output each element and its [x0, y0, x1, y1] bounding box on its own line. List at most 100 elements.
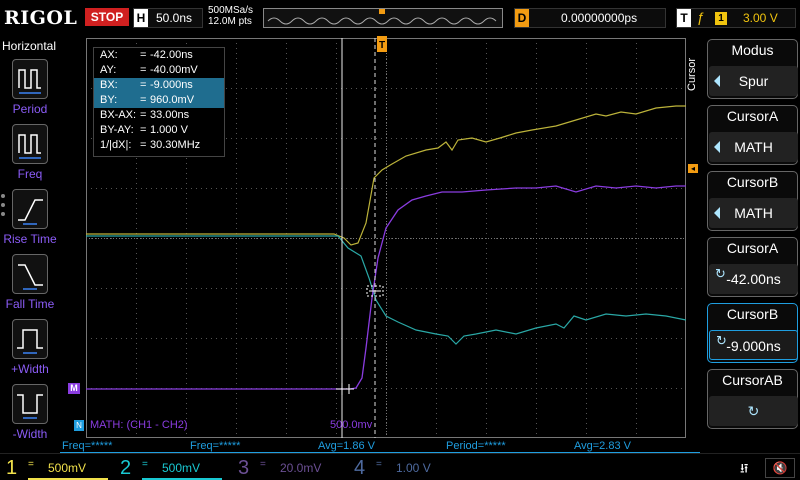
channel-1-number: 1	[6, 457, 18, 479]
trigger-level-marker[interactable]: ◂	[688, 164, 698, 173]
cursor-readout-row: BX: = -9.000ns	[94, 78, 224, 93]
cursor-readout-panel: AX: = -42.00ns AY: = -40.00mV BX: = -9.0…	[93, 47, 225, 157]
measure-freq[interactable]: Freq	[0, 124, 60, 186]
measure-rise-time[interactable]: Rise Time	[0, 189, 60, 251]
cursor-b-source-box: MATH	[709, 198, 798, 228]
cursor-readout-row: BX-AX: = 33.00ns	[94, 108, 224, 123]
trigger-source: 1	[715, 12, 727, 25]
mode-value: Spur	[738, 73, 769, 89]
cursor-bx-ax-value: 33.00ns	[150, 109, 190, 121]
mode-title: Modus	[731, 42, 774, 58]
cursor-b-source-softkey[interactable]: CursorB MATH	[707, 171, 798, 231]
cursor-b-source-title: CursorB	[726, 174, 779, 190]
cursor-a-position-softkey[interactable]: CursorA ↻ -42.00ns	[707, 237, 798, 297]
trigger-settings[interactable]: T ƒ 1 3.00 V	[676, 8, 796, 28]
cursor-eq: =	[140, 109, 147, 121]
dc-coupling-icon: =	[142, 459, 148, 470]
cursor-inv-dx-key: 1/|dX|:	[100, 139, 132, 151]
delay-value: 0.00000000ps	[561, 11, 638, 25]
measure-period[interactable]: Period	[0, 59, 60, 121]
cursor-a-intersection-icon	[344, 384, 354, 394]
cursor-a-position-title: CursorA	[726, 240, 779, 256]
cursor-b-source-value: MATH	[734, 205, 773, 221]
trigger-position-marker[interactable]: T	[377, 36, 391, 54]
memory-depth: 12.0M pts	[208, 16, 252, 27]
rising-edge-icon: ƒ	[697, 9, 705, 25]
horizontal-delay[interactable]: D 0.00000000ps	[514, 8, 666, 28]
channel-4[interactable]: 4 = 1.00 V	[354, 456, 464, 480]
cursor-inv-dx-value: 30.30MHz	[150, 139, 201, 151]
cursor-readout-row: BY-AY: = 1.000 V	[94, 123, 224, 138]
math-scale-label: 500.0mv	[330, 419, 373, 431]
cursor-by-ay-value: 1.000 V	[150, 124, 188, 136]
cursor-ab-box: ↻	[709, 396, 798, 426]
cursor-by-ay-key: BY-AY:	[100, 124, 134, 136]
cursor-a-source-value: MATH	[734, 139, 773, 155]
measure-negative-width[interactable]: -Width	[0, 384, 60, 446]
cursor-menu: Modus Spur CursorA MATH CursorB MATH Cur…	[705, 37, 800, 440]
memory-strip-graphic	[267, 9, 497, 25]
cursor-b-position-title: CursorB	[726, 306, 779, 322]
timebase-value: 50.0ns	[156, 11, 193, 25]
channel-2-scale: 500mV	[162, 461, 201, 475]
channel-bar: 1 = 500mV 2 = 500mV 3 = 20.0mV 4 = 1.00 …	[0, 453, 800, 480]
mode-value-box: Spur	[709, 66, 798, 96]
measure-positive-width[interactable]: +Width	[0, 319, 60, 381]
math-offset-marker[interactable]: M	[68, 383, 80, 394]
channel-1[interactable]: 1 = 500mV	[6, 456, 116, 480]
cursor-eq: =	[140, 139, 147, 151]
cursor-a-source-softkey[interactable]: CursorA MATH	[707, 105, 798, 165]
positive-width-icon	[12, 319, 48, 359]
trigger-marker-letter: T	[377, 40, 387, 52]
usb-icon: ⭿	[740, 461, 749, 476]
channel-4-scale: 1.00 V	[396, 461, 431, 475]
run-stop-status[interactable]: STOP	[85, 8, 129, 26]
speaker-muted-icon[interactable]: 🔇	[765, 458, 795, 478]
measure-negative-width-label: -Width	[12, 427, 48, 441]
measure-fall-time[interactable]: Fall Time	[0, 254, 60, 316]
horizontal-timebase[interactable]: H 50.0ns	[133, 8, 203, 28]
channel-2-number: 2	[120, 457, 132, 479]
channel-3[interactable]: 3 = 20.0mV	[238, 456, 348, 480]
delay-letter: D	[515, 9, 529, 27]
top-bar: RIGOL STOP H 50.0ns 500MSa/s 12.0M pts D…	[0, 0, 800, 36]
cursor-bx-value: -9.000ns	[150, 79, 193, 91]
channel-2[interactable]: 2 = 500mV	[120, 456, 230, 480]
cursor-eq: =	[140, 64, 147, 76]
cursor-eq: =	[140, 49, 147, 61]
dc-coupling-icon: =	[376, 459, 382, 470]
horizontal-letter: H	[134, 9, 148, 27]
cursor-eq: =	[140, 79, 147, 91]
menu-title-vertical: Cursor	[686, 57, 698, 91]
cursor-b-position-box: ↻ -9.000ns	[709, 330, 798, 360]
channel-4-number: 4	[354, 457, 366, 479]
channel-3-scale: 20.0mV	[280, 461, 322, 475]
cursor-eq: =	[140, 124, 147, 136]
cursor-bx-ax-key: BX-AX:	[100, 109, 137, 121]
channel-1-scale: 500mV	[48, 461, 87, 475]
memory-waveform-strip[interactable]	[263, 8, 503, 28]
measure-sidebar: Horizontal Period Freq Rise Time Fall Ti…	[0, 37, 60, 441]
measure-rise-time-label: Rise Time	[3, 232, 57, 246]
cursor-by-key: BY:	[100, 94, 118, 106]
cursor-ay-value: -40.00mV	[150, 64, 198, 76]
math-function-label: MATH: (CH1 - CH2)	[90, 419, 188, 431]
frequency-icon	[12, 124, 48, 164]
channel-3-number: 3	[238, 457, 250, 479]
measure-positive-width-label: +Width	[11, 362, 49, 376]
cursor-b-position-softkey[interactable]: CursorB ↻ -9.000ns	[707, 303, 798, 363]
rise-time-icon	[12, 189, 48, 229]
math-small-marker: N	[74, 420, 84, 431]
cursor-ab-softkey[interactable]: CursorAB ↻	[707, 369, 798, 429]
mode-softkey[interactable]: Modus Spur	[707, 39, 798, 99]
cursor-readout-row: AX: = -42.00ns	[94, 48, 224, 63]
cursor-b-crosshair-icon[interactable]	[366, 285, 384, 297]
cursor-readout-row: 1/|dX|: = 30.30MHz	[94, 138, 224, 153]
cursor-bx-key: BX:	[100, 79, 118, 91]
measure-fall-time-label: Fall Time	[5, 297, 55, 311]
cursor-eq: =	[140, 94, 147, 106]
acquisition-info: 500MSa/s 12.0M pts	[208, 5, 253, 27]
cursor-a-source-box: MATH	[709, 132, 798, 162]
cursor-b-position-value: -9.000ns	[726, 338, 781, 354]
period-icon	[12, 59, 48, 99]
